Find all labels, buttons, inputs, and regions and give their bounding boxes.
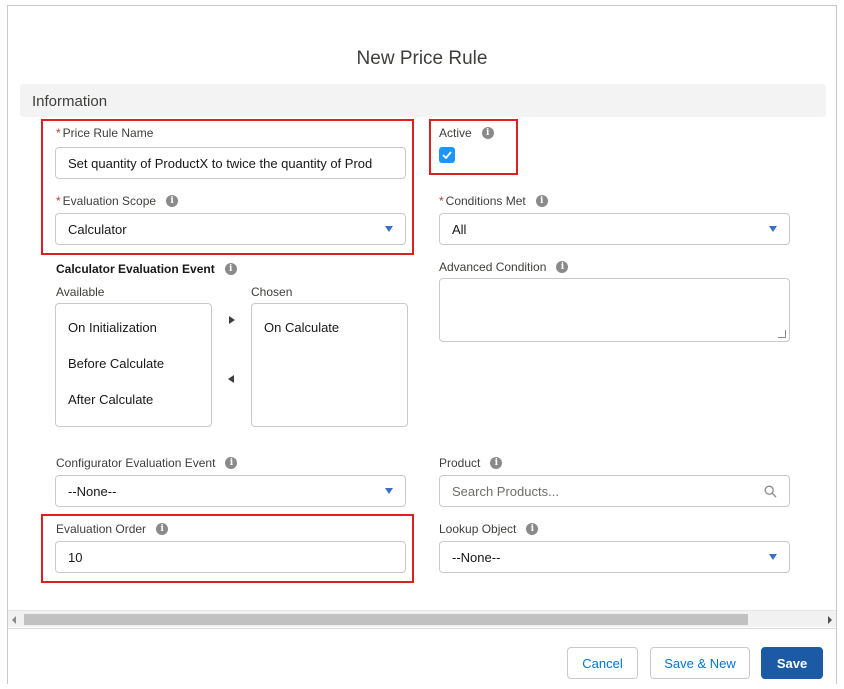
- info-icon[interactable]: i: [535, 195, 548, 207]
- lookup-object-value: --None--: [452, 549, 501, 565]
- chosen-label: Chosen: [251, 285, 293, 299]
- lookup-object-select[interactable]: --None--: [439, 541, 790, 573]
- lookup-object-label: Lookup Object i: [439, 522, 539, 536]
- highlight-box-active: [429, 119, 518, 175]
- section-header-information[interactable]: Information: [20, 84, 826, 117]
- configurator-event-label: Configurator Evaluation Event i: [56, 456, 238, 470]
- section-title: Information: [32, 93, 108, 110]
- cancel-button[interactable]: Cancel: [567, 647, 638, 679]
- advanced-condition-label: Advanced Condition i: [439, 260, 569, 274]
- resize-handle[interactable]: [778, 330, 786, 338]
- calculator-event-label: Calculator Evaluation Event i: [56, 262, 237, 276]
- conditions-met-value: All: [452, 221, 467, 237]
- conditions-met-label: * Conditions Met i: [439, 194, 548, 208]
- scrollbar-thumb[interactable]: [24, 614, 748, 625]
- scroll-right-icon[interactable]: [828, 616, 832, 624]
- conditions-met-select[interactable]: All: [439, 213, 790, 245]
- configurator-event-value: --None--: [68, 483, 117, 499]
- product-search-input[interactable]: Search Products...: [439, 475, 790, 507]
- horizontal-scrollbar[interactable]: [8, 610, 836, 627]
- info-icon[interactable]: i: [224, 263, 237, 275]
- scroll-left-icon[interactable]: [12, 616, 16, 624]
- arrow-right-icon[interactable]: [229, 316, 235, 324]
- save-and-new-button[interactable]: Save & New: [650, 647, 750, 679]
- chevron-down-icon: [769, 226, 777, 232]
- advanced-condition-textarea[interactable]: [439, 278, 790, 342]
- save-button[interactable]: Save: [761, 647, 823, 679]
- arrow-left-icon[interactable]: [228, 375, 234, 383]
- chosen-option[interactable]: On Calculate: [264, 320, 339, 335]
- chevron-down-icon: [769, 554, 777, 560]
- info-icon[interactable]: i: [225, 457, 238, 469]
- available-option[interactable]: On Initialization: [68, 320, 157, 335]
- modal-title: New Price Rule: [356, 48, 488, 69]
- available-label: Available: [56, 285, 105, 299]
- chevron-down-icon: [385, 488, 393, 494]
- new-price-rule-modal: New Price Rule Information * Price Rule N…: [7, 5, 837, 684]
- available-option[interactable]: Before Calculate: [68, 356, 164, 371]
- chosen-listbox[interactable]: On Calculate: [251, 303, 408, 427]
- search-icon: [764, 485, 777, 498]
- modal-footer: Cancel Save & New Save: [8, 628, 836, 684]
- product-search-placeholder: Search Products...: [452, 483, 559, 499]
- configurator-event-select[interactable]: --None--: [55, 475, 406, 507]
- info-icon[interactable]: i: [490, 457, 503, 469]
- highlight-box-evaluation-order: [41, 514, 414, 583]
- available-listbox[interactable]: On Initialization Before Calculate After…: [55, 303, 212, 427]
- available-option[interactable]: After Calculate: [68, 392, 153, 407]
- product-label: Product i: [439, 456, 503, 470]
- info-icon[interactable]: i: [556, 261, 569, 273]
- highlight-box-name-scope: [41, 119, 414, 255]
- info-icon[interactable]: i: [526, 523, 539, 535]
